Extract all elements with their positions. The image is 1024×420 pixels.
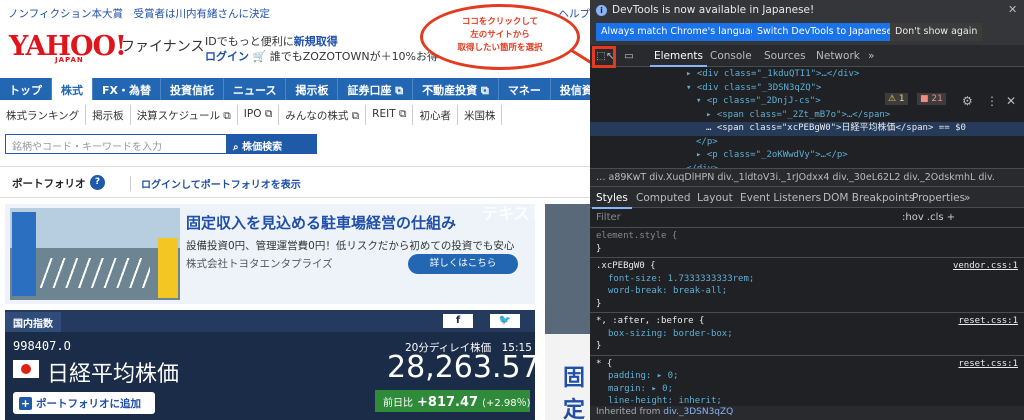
subnav-item[interactable]: 決算スケジュール ⧉: [131, 105, 238, 125]
twitter-share-icon[interactable]: 🐦: [490, 314, 520, 328]
nav-item[interactable]: FX・為替: [93, 78, 161, 100]
search-button[interactable]: ⌕ 株価検索: [227, 134, 317, 154]
devtools-tabs: ⬚↖ ▭ Elements Console Sources Network » …: [590, 45, 1024, 108]
css-rule[interactable]: vendor.css:1 .xcPEBgW0 {font-size: 1.7333…: [590, 258, 1024, 313]
ad-company: 株式会社トヨタエンタプライズ: [186, 258, 333, 270]
portfolio-title: ポートフォリオ: [12, 178, 86, 190]
styles-tabs: Styles Computed Layout Event Listeners DOM B…: [590, 186, 1024, 209]
subnav-item[interactable]: 初心者: [413, 105, 458, 125]
subnav-item[interactable]: みんなの株式 ⧉: [279, 105, 367, 125]
device-icon[interactable]: ▭: [624, 50, 634, 62]
ad-details-button[interactable]: 詳しくはこちら: [408, 254, 518, 274]
inspect-highlight: [592, 46, 616, 68]
css-rule[interactable]: reset.css:1 *, :after, :before {box-sizin…: [590, 313, 1024, 356]
subnav-item[interactable]: 株式ランキング: [0, 105, 87, 125]
infobar-message: i DevTools is now available in Japanese!: [596, 4, 814, 16]
tab-more[interactable]: »: [868, 50, 874, 62]
index-header: 国内指数: [5, 312, 61, 332]
yahoo-logo-sub: JAPAN: [55, 56, 84, 64]
inherited-row: Inherited from div._3DSN3qZQ: [590, 406, 1024, 420]
login-row: ログイン 🛒 誰でもZOZOTOWNが＋10%お得: [205, 48, 438, 64]
plus-icon: +: [19, 397, 32, 410]
portfolio-bar: ポートフォリオ ? ログインしてポートフォリオを表示: [0, 166, 590, 198]
add-portfolio-button[interactable]: + ポートフォリオに追加: [13, 392, 155, 414]
inherited-element[interactable]: div._3DSN3qZQ: [663, 407, 733, 417]
nav-item[interactable]: 投信資産: [551, 78, 590, 100]
ad-title[interactable]: 固定収入を見込める駐車場経営の仕組み: [186, 212, 456, 233]
dom-node[interactable]: ▾ <p class="_2DnjJ-cs">: [590, 95, 1024, 109]
nav-item[interactable]: 株式: [52, 78, 93, 100]
id-promo: IDでもっと便利に新規取得: [205, 35, 338, 48]
subnav-item[interactable]: 米国株: [458, 105, 503, 125]
devtools-infobar: i DevTools is now available in Japanese! …: [590, 0, 1024, 45]
signup-link[interactable]: 新規取得: [294, 35, 338, 48]
nav-item[interactable]: ニュース: [224, 78, 287, 100]
dom-node[interactable]: ▾ <div class="_3DSN3qZQ">: [590, 82, 1024, 96]
nav-item[interactable]: 証券口座 ⧉: [338, 78, 414, 100]
close-icon[interactable]: ✕: [1008, 3, 1017, 16]
dom-node[interactable]: ▸ <div class="_1kduQTI1">…</div>: [590, 68, 1024, 82]
tab-elements[interactable]: Elements: [650, 50, 707, 67]
japan-flag-icon: [13, 360, 39, 378]
portfolio-login-link[interactable]: ログインしてポートフォリオを表示: [130, 176, 301, 191]
styles-tab[interactable]: Computed: [636, 192, 691, 204]
dom-tree: ▸ <div class="_1kduQTI1">…</div> ▾ <div c…: [590, 68, 1024, 174]
info-icon: i: [596, 5, 607, 16]
overlay-text: テキスト: [482, 204, 546, 223]
match-language-button[interactable]: Always match Chrome's language: [596, 23, 768, 41]
dont-show-button[interactable]: Don't show again: [890, 23, 983, 41]
css-rule[interactable]: element.style {}: [590, 228, 1024, 258]
subnav-item[interactable]: IPO ⧉: [238, 105, 280, 125]
dom-breadcrumb[interactable]: … a89KwT div.XuqDlHPN div._1ldtoV3i._1rJ…: [590, 168, 1024, 186]
subnav-item[interactable]: REIT ⧉: [366, 105, 414, 125]
ad-description: 設備投資0円、管理運営費0円！低リスクだから初めての投資でも安心: [186, 240, 515, 252]
devtools-panel: i DevTools is now available in Japanese! …: [590, 0, 1024, 420]
nav-item[interactable]: 不動産投資 ⧉: [413, 78, 499, 100]
right-banner-text: 固定: [563, 366, 586, 420]
filter-tools[interactable]: :hov .cls +: [902, 212, 955, 223]
tab-console[interactable]: Console: [710, 50, 752, 62]
nav-item[interactable]: 投資信託: [161, 78, 224, 100]
styles-tab[interactable]: DOM Breakpoints: [823, 192, 914, 204]
index-panel: 国内指数 f 🐦 998407.O 20分ディレイ株価 15:15 日経平均株価…: [5, 310, 540, 420]
finance-label[interactable]: ファイナンス: [121, 36, 204, 56]
subnav-item[interactable]: 掲示板: [86, 105, 131, 125]
search-input[interactable]: 銘柄やコード・キーワードを入力: [5, 134, 227, 154]
zozo-promo[interactable]: 🛒 誰でもZOZOTOWNが＋10%お得: [253, 50, 439, 63]
sub-nav: 株式ランキング 掲示板 決算スケジュール ⧉ IPO ⧉ みんなの株式 ⧉ REIT ⧉ 初…: [0, 105, 590, 125]
index-name: 日経平均株価: [47, 362, 180, 387]
dom-node[interactable]: … <span class="xcPEBgW0">日経平均株価</span> =…: [590, 122, 1024, 136]
nav-item[interactable]: 掲示板: [286, 78, 339, 100]
right-banner-image[interactable]: [545, 204, 590, 334]
styles-tab[interactable]: Styles: [592, 192, 632, 209]
facebook-share-icon[interactable]: f: [443, 314, 473, 328]
filter-input[interactable]: Filter: [596, 212, 621, 223]
switch-japanese-button[interactable]: Switch DevTools to Japanese: [752, 23, 898, 41]
styles-tab[interactable]: Layout: [697, 192, 733, 204]
dom-node[interactable]: ▸ <span class="_2Zt_mB7o">…</span>: [590, 109, 1024, 123]
top-news-link[interactable]: ノンフィクション本大賞 受賞者は川内有緒さんに決定: [8, 6, 270, 21]
change-badge: 前日比 +817.47 (+2.98％): [375, 390, 531, 412]
styles-tab[interactable]: Event Listeners: [740, 192, 821, 204]
ad-image[interactable]: [10, 208, 180, 300]
dom-node[interactable]: ▸ <p class="_2oKWwdVy">…</p>: [590, 149, 1024, 163]
styles-tab[interactable]: »: [964, 192, 970, 204]
nav-item[interactable]: トップ: [0, 78, 52, 100]
tab-sources[interactable]: Sources: [764, 50, 806, 62]
help-icon[interactable]: ?: [90, 175, 105, 190]
main-nav: トップ 株式 FX・為替 投資信託 ニュース 掲示板 証券口座 ⧉ 不動産投資 ⧉ マネー 投信資…: [0, 78, 590, 100]
nav-item[interactable]: マネー: [499, 78, 551, 100]
login-link[interactable]: ログイン: [205, 50, 249, 63]
callout-text: ココをクリックして 左のサイトから 取得したい箇所を選択: [457, 17, 543, 53]
styles-tab[interactable]: Properties: [912, 192, 965, 204]
dom-node[interactable]: </p>: [590, 136, 1024, 150]
search-icon: ⌕: [233, 142, 243, 153]
yahoo-finance-page: ノンフィクション本大賞 受賞者は川内有緒さんに決定 ジャパン ヘルプ YAHOO…: [0, 0, 590, 420]
css-rules: element.style {} vendor.css:1 .xcPEBgW0 {f…: [590, 228, 1024, 420]
styles-filter: Filter :hov .cls +: [590, 208, 1024, 228]
index-value: 28,263.57: [387, 350, 540, 385]
tab-network[interactable]: Network: [816, 50, 860, 62]
